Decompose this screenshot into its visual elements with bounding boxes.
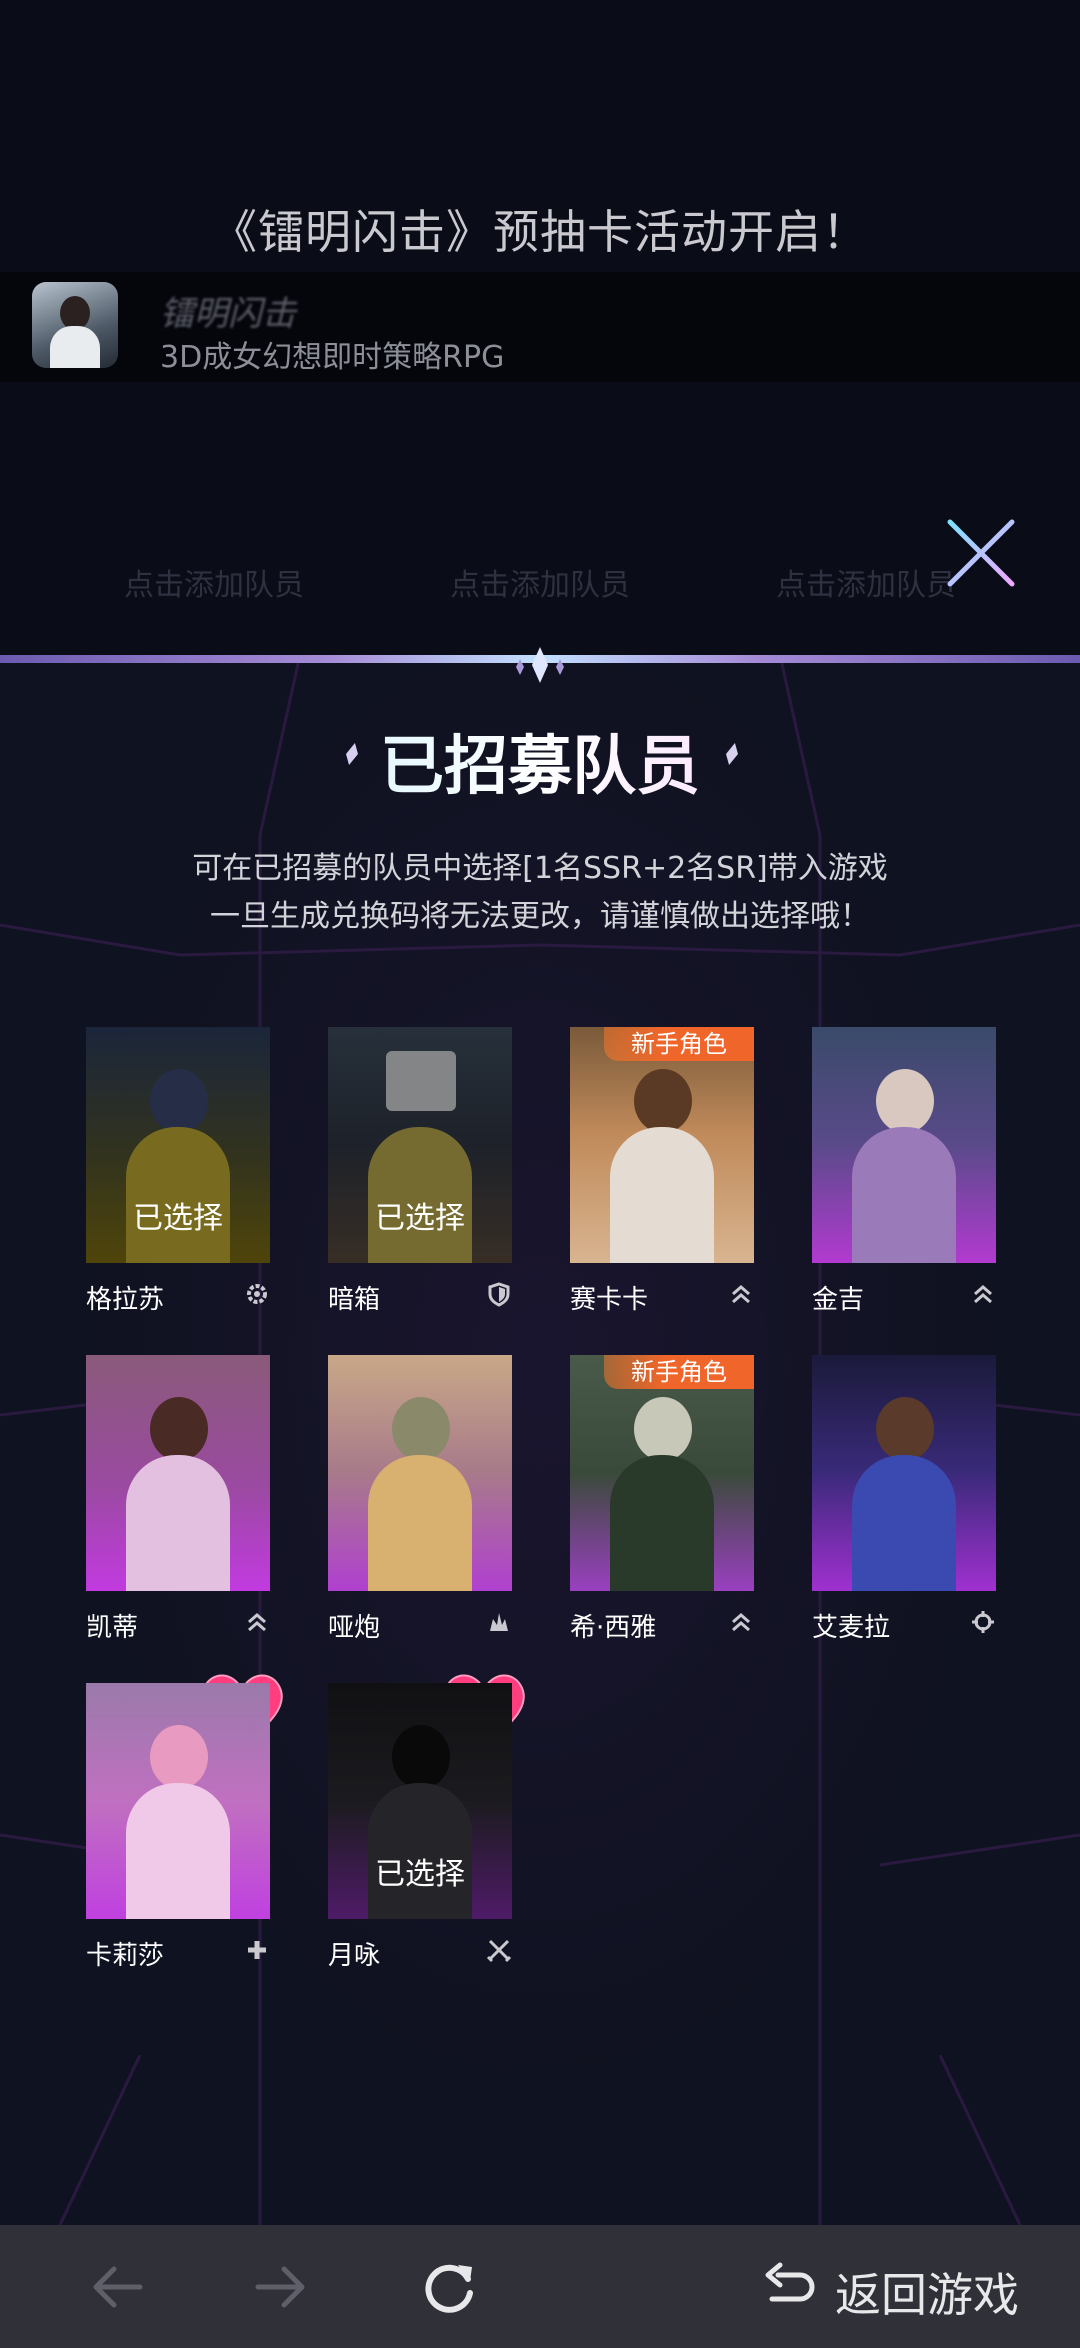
member-portrait [86, 1683, 270, 1919]
swords-icon [486, 1939, 512, 1963]
new-role-badge: 新手角色 [604, 1027, 754, 1061]
member-name: 金吉 [812, 1285, 865, 1315]
arrow-right-icon[interactable] [248, 2255, 312, 2319]
member-name: 哑炮 [328, 1613, 381, 1643]
member-name: 希·西雅 [570, 1613, 657, 1643]
chevron-up-double-icon [732, 1285, 750, 1304]
arrow-left-icon[interactable] [86, 2255, 150, 2319]
member-card-aimaila[interactable]: 艾麦拉 [812, 1355, 996, 1643]
return-icon[interactable] [758, 2255, 822, 2319]
member-card-yueyong[interactable]: 已选择 月咏 [328, 1683, 512, 1971]
member-portrait: 新手角色 [570, 1355, 754, 1591]
app-description: 3D成女幻想即时策略RPG [160, 340, 505, 375]
member-name: 艾麦拉 [812, 1613, 891, 1643]
member-name: 月咏 [328, 1941, 381, 1971]
bottom-nav-bar: 返回游戏 [0, 2225, 1080, 2348]
member-portrait [812, 1027, 996, 1263]
plus-icon [248, 1941, 266, 1959]
close-icon[interactable] [946, 518, 1016, 588]
shield-icon [488, 1282, 510, 1307]
app-icon [32, 282, 118, 368]
selected-label: 已选择 [375, 1857, 465, 1892]
gear-icon [247, 1284, 267, 1304]
flame-icon [490, 1613, 508, 1631]
team-slots: 点击添加队员 点击添加队员 点击添加队员 [0, 560, 1080, 620]
chevron-up-double-icon [974, 1285, 992, 1304]
member-card-jinji[interactable]: 金吉 [812, 1027, 996, 1315]
recruited-members-panel: 已招募队员 可在已招募的队员中选择[1名SSR+2名SR]带入游戏 一旦生成兑换… [0, 647, 1080, 2348]
dimmed-background[interactable]: 《镭明闪击》预抽卡活动开启！ 镭明闪击 3D成女幻想即时策略RPG 点击添加队员… [0, 0, 1080, 655]
instruction-line-2: 一旦生成兑换码将无法更改，请谨慎做出选择哦！ [210, 899, 870, 934]
diamond-ornament-icon [516, 647, 564, 683]
member-portrait: 已选择 [328, 1027, 512, 1263]
app-info-row: 镭明闪击 3D成女幻想即时策略RPG [0, 272, 1080, 382]
panel-title: 已招募队员 [0, 715, 1080, 807]
member-portrait [328, 1355, 512, 1591]
page: 《镭明闪击》预抽卡活动开启！ 镭明闪击 3D成女幻想即时策略RPG 点击添加队员… [0, 0, 1080, 2348]
team-slot-label: 点击添加队员 [124, 568, 304, 603]
event-title: 《镭明闪击》预抽卡活动开启！ [211, 205, 869, 259]
member-portrait: 已选择 [328, 1683, 512, 1919]
instruction-line-1: 可在已招募的队员中选择[1名SSR+2名SR]带入游戏 [192, 851, 888, 886]
member-card-gelasu[interactable]: 已选择 格拉苏 [86, 1027, 270, 1315]
member-card-saikaka[interactable]: 新手角色 赛卡卡 [570, 1027, 754, 1315]
panel-instructions: 可在已招募的队员中选择[1名SSR+2名SR]带入游戏 一旦生成兑换码将无法更改… [0, 845, 1080, 941]
member-name: 暗箱 [328, 1285, 381, 1315]
member-card-kaidi[interactable]: 凯蒂 [86, 1355, 270, 1643]
member-portrait: 已选择 [86, 1027, 270, 1263]
member-portrait [86, 1355, 270, 1591]
member-name: 赛卡卡 [570, 1285, 649, 1315]
member-card-xixiya[interactable]: 新手角色 希·西雅 [570, 1355, 754, 1643]
team-slot-label: 点击添加队员 [450, 568, 630, 603]
chevron-up-double-icon [732, 1613, 750, 1632]
member-card-yapao[interactable]: 哑炮 [328, 1355, 512, 1643]
chevron-up-double-icon [248, 1613, 266, 1632]
return-to-game-button[interactable]: 返回游戏 [835, 2259, 1019, 2325]
refresh-icon[interactable] [418, 2255, 482, 2319]
crosshair-icon [972, 1611, 994, 1633]
selected-label: 已选择 [133, 1201, 223, 1236]
member-name: 卡莉莎 [86, 1941, 165, 1971]
member-portrait: 新手角色 [570, 1027, 754, 1263]
member-card-kalisha[interactable]: 卡莉莎 [86, 1683, 270, 1971]
app-name: 镭明闪击 [160, 294, 296, 334]
selected-label: 已选择 [375, 1201, 465, 1236]
member-name: 凯蒂 [86, 1613, 139, 1643]
member-portrait [812, 1355, 996, 1591]
member-name: 格拉苏 [86, 1285, 165, 1315]
member-card-anxiang[interactable]: 已选择 暗箱 [328, 1027, 512, 1315]
new-role-badge: 新手角色 [604, 1355, 754, 1389]
